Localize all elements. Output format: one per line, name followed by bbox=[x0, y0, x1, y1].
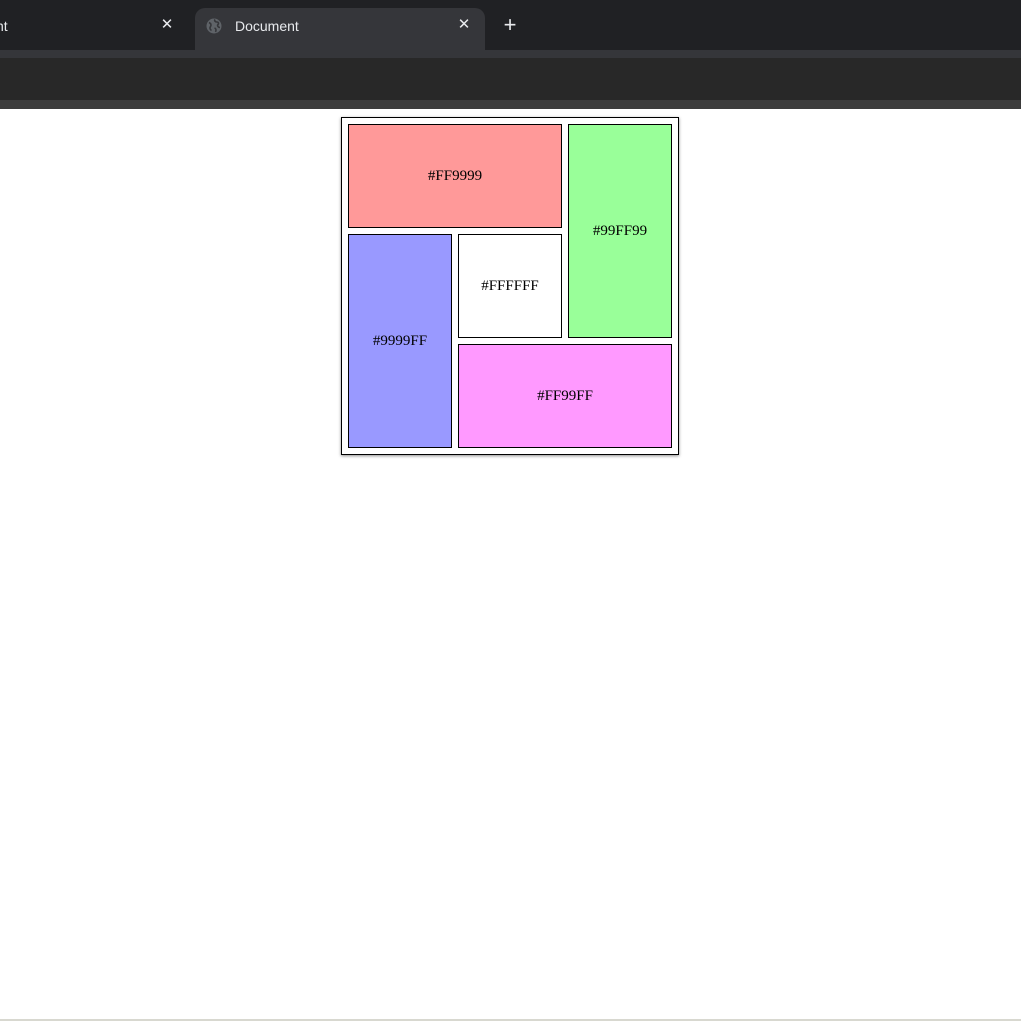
tab-document-label: Document bbox=[235, 18, 299, 34]
color-cell-99ff99: #99FF99 bbox=[568, 124, 672, 338]
new-tab-button[interactable]: + bbox=[499, 14, 521, 36]
close-icon[interactable]: ✕ bbox=[158, 16, 176, 34]
tab-previous[interactable]: nt ✕ bbox=[0, 8, 193, 50]
tab-document[interactable]: Document ✕ bbox=[195, 8, 485, 50]
tab-strip-divider bbox=[0, 50, 1021, 58]
close-icon[interactable]: ✕ bbox=[455, 16, 473, 34]
browser-toolbar bbox=[0, 58, 1021, 100]
color-cell-ff99ff: #FF99FF bbox=[458, 344, 672, 448]
toolbar-divider bbox=[0, 100, 1021, 109]
color-cell-ffffff: #FFFFFF bbox=[458, 234, 562, 338]
tab-strip: nt ✕ Document ✕ + bbox=[0, 0, 1021, 50]
color-cell-ff9999: #FF9999 bbox=[348, 124, 562, 228]
color-grid: #FF9999 #99FF99 #9999FF #FFFFFF #FF99FF bbox=[341, 117, 679, 455]
page-viewport: #FF9999 #99FF99 #9999FF #FFFFFF #FF99FF bbox=[0, 109, 1021, 1021]
tab-previous-label: nt bbox=[0, 18, 8, 34]
globe-icon bbox=[206, 18, 222, 34]
color-cell-9999ff: #9999FF bbox=[348, 234, 452, 448]
